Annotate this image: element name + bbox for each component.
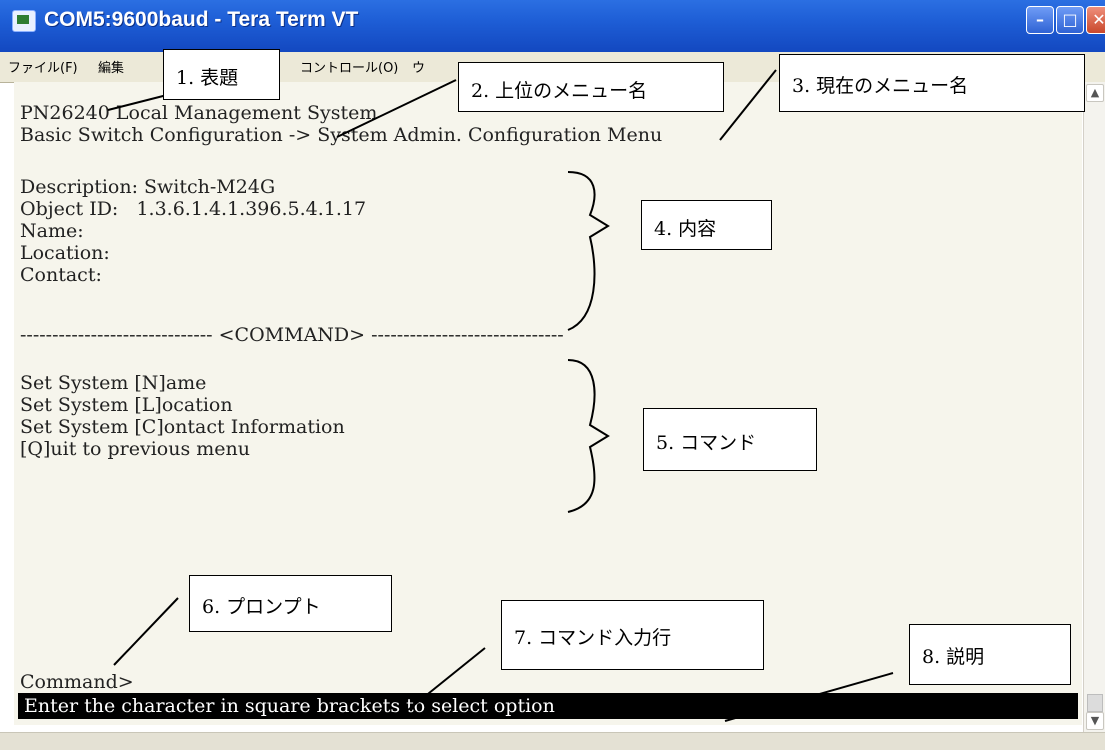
content-line: Description: Switch-M24G: [20, 176, 276, 198]
menu-control[interactable]: コントロール(O): [300, 57, 398, 76]
callout-prompt: 6. プロンプト: [189, 575, 392, 632]
callout-current-menu-label: 3. 現在のメニュー名: [792, 75, 969, 97]
terminal-menu-path-line: Basic Switch Configuration -> System Adm…: [20, 124, 663, 146]
callout-parent-menu-label: 2. 上位のメニュー名: [471, 80, 648, 102]
callout-parent-menu: 2. 上位のメニュー名: [458, 62, 724, 112]
window-bottom-edge: [0, 732, 1105, 750]
minimize-icon: –: [1036, 10, 1044, 29]
command-line: Set System [N]ame: [20, 372, 207, 394]
scroll-thumb[interactable]: [1087, 694, 1103, 712]
scroll-down-icon[interactable]: ▼: [1086, 712, 1104, 730]
content-line: Contact:: [20, 264, 102, 286]
command-line: Set System [C]ontact Information: [20, 416, 345, 438]
status-message: Enter the character in square brackets t…: [24, 695, 555, 717]
maximize-icon: □: [1062, 10, 1078, 29]
close-button[interactable]: ✕: [1086, 6, 1105, 34]
window-title: COM5:9600baud - Tera Term VT: [44, 8, 359, 31]
menu-edit[interactable]: 編集: [98, 57, 124, 76]
content-line: Location:: [20, 242, 110, 264]
callout-current-menu: 3. 現在のメニュー名: [779, 54, 1085, 112]
content-line: Name:: [20, 220, 84, 242]
title-bar[interactable]: COM5:9600baud - Tera Term VT – □ ✕: [0, 0, 1105, 53]
command-prompt[interactable]: Command>: [20, 671, 134, 693]
command-line: [Q]uit to previous menu: [20, 438, 251, 460]
callout-content: 4. 内容: [641, 200, 772, 250]
callout-description: 8. 説明: [909, 624, 1071, 685]
menu-window[interactable]: ウ: [412, 57, 425, 76]
command-separator: ------------------------------ <COMMAND>…: [20, 324, 564, 346]
vertical-scrollbar[interactable]: ▲ ▼: [1083, 82, 1105, 732]
close-icon: ✕: [1092, 10, 1105, 29]
callout-content-label: 4. 内容: [654, 218, 717, 240]
content-line: Object ID: 1.3.6.1.4.1.396.5.4.1.17: [20, 198, 367, 220]
minimize-button[interactable]: –: [1026, 6, 1054, 34]
maximize-button[interactable]: □: [1056, 6, 1084, 34]
callout-command-label: 5. コマンド: [656, 432, 757, 454]
callout-prompt-label: 6. プロンプト: [202, 596, 321, 618]
callout-command-input: 7. コマンド入力行: [501, 600, 764, 670]
callout-title-label: 1. 表題: [176, 67, 239, 89]
command-line: Set System [L]ocation: [20, 394, 233, 416]
terminal-title-line: PN26240 Local Management System: [20, 102, 378, 124]
callout-command: 5. コマンド: [643, 408, 817, 471]
status-bar: Enter the character in square brackets t…: [18, 693, 1078, 719]
callout-title: 1. 表題: [163, 49, 280, 100]
menu-file[interactable]: ファイル(F): [8, 57, 78, 76]
callout-description-label: 8. 説明: [922, 646, 985, 668]
scroll-up-icon[interactable]: ▲: [1086, 84, 1104, 102]
tera-term-app-icon[interactable]: [12, 10, 36, 32]
callout-command-input-label: 7. コマンド入力行: [514, 627, 672, 649]
